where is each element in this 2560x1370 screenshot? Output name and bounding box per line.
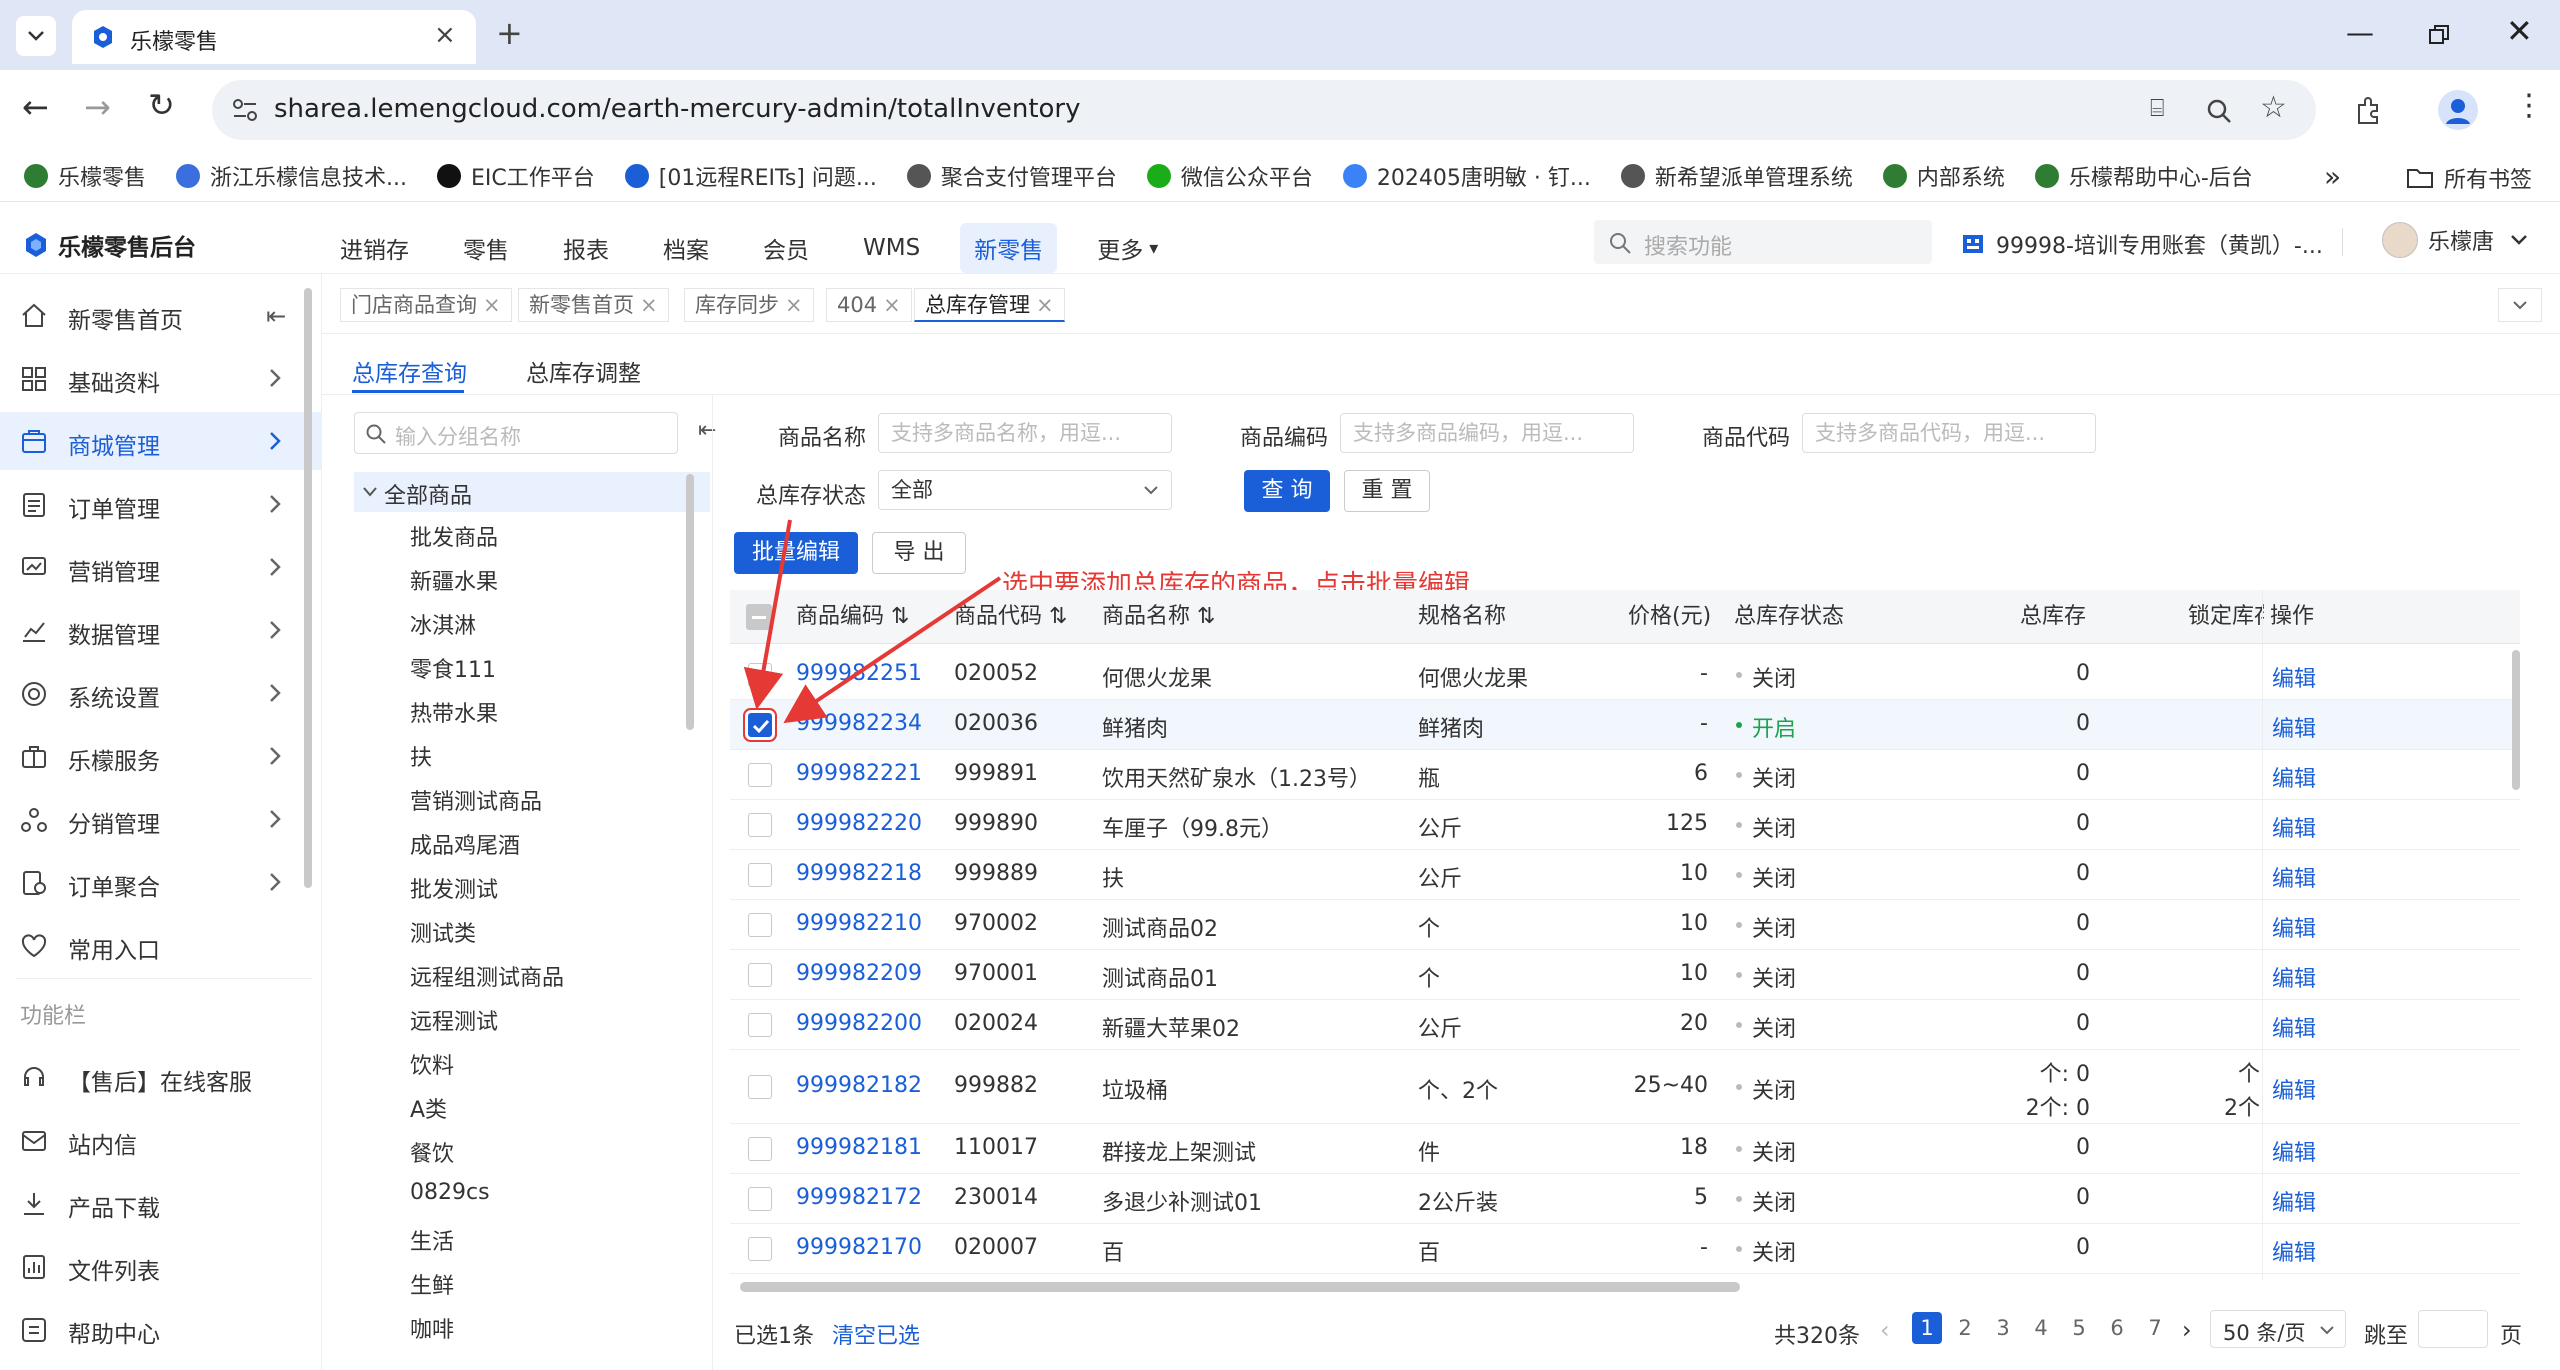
annotation-arrows — [743, 519, 1002, 724]
